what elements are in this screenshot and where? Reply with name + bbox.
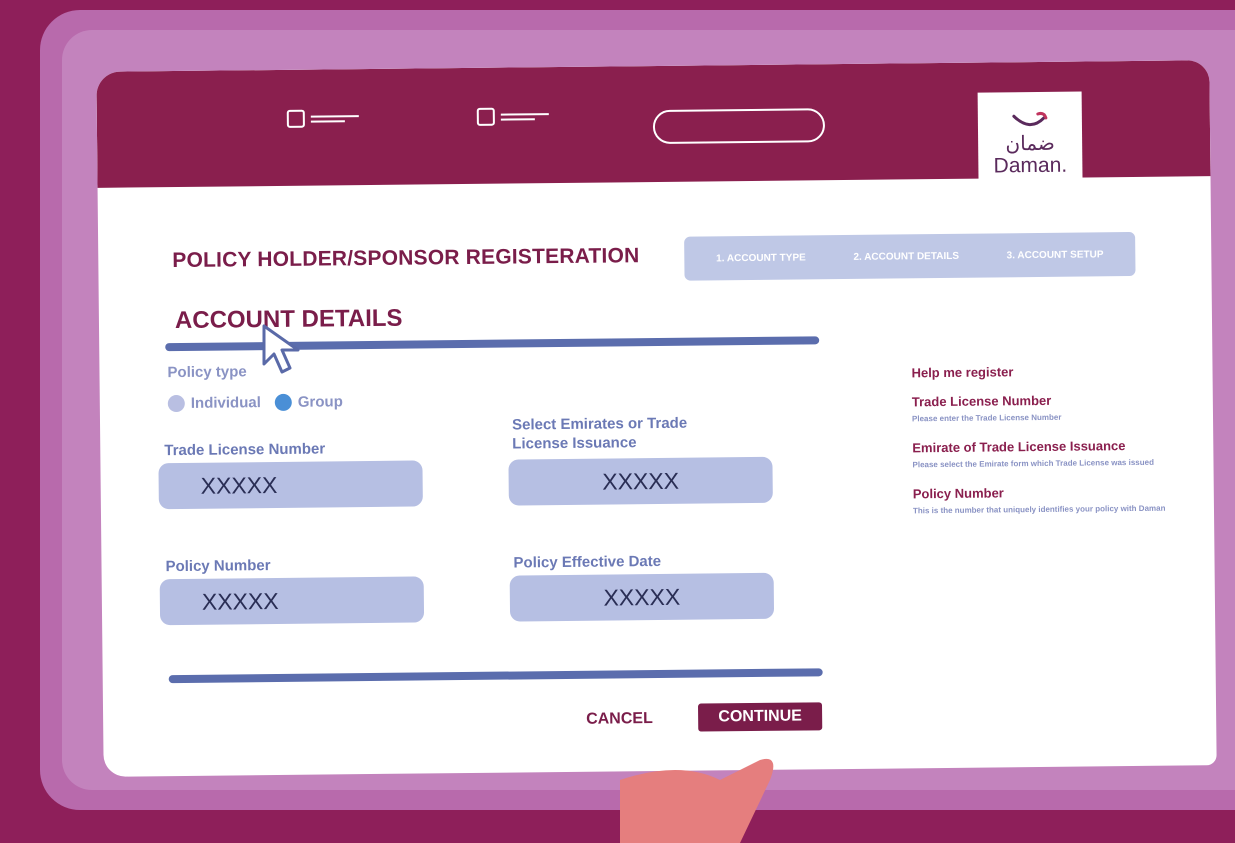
continue-button[interactable]: CONTINUE bbox=[697, 702, 823, 732]
step-indicator: 1. ACCOUNT TYPE 2. ACCOUNT DETAILS 3. AC… bbox=[684, 231, 1136, 281]
nav-menu-item-2[interactable] bbox=[476, 107, 549, 126]
radio-group[interactable] bbox=[274, 393, 292, 411]
help-heading-emirate: Emirate of Trade License Issuance bbox=[912, 438, 1126, 456]
help-heading-policy-number: Policy Number bbox=[912, 485, 1004, 502]
help-panel: Help me register Trade License Number Pl… bbox=[911, 363, 1173, 533]
policy-type-radio-group: Individual Group bbox=[167, 393, 343, 413]
radio-group-label[interactable]: Group bbox=[298, 393, 343, 410]
help-desc-emirate: Please select the Emirate form which Tra… bbox=[912, 457, 1154, 470]
help-desc-trade-license: Please enter the Trade License Number bbox=[911, 412, 1062, 424]
step-account-setup[interactable]: 3. ACCOUNT SETUP bbox=[1007, 249, 1104, 261]
emirate-select[interactable]: XXXXX bbox=[508, 456, 773, 506]
help-title: Help me register bbox=[911, 364, 1014, 381]
logo-arabic-text: ضمان bbox=[1005, 130, 1055, 156]
help-heading-trade-license: Trade License Number bbox=[911, 392, 1052, 410]
radio-individual-label[interactable]: Individual bbox=[191, 394, 261, 412]
daman-logo: ضمان Daman. bbox=[977, 91, 1083, 189]
logo-latin-text: Daman. bbox=[993, 153, 1068, 178]
app-screen: ضمان Daman. POLICY HOLDER/SPONSOR REGIST… bbox=[96, 60, 1217, 777]
policy-number-input[interactable]: XXXXX bbox=[159, 576, 425, 626]
policy-type-label: Policy type bbox=[167, 363, 247, 382]
effective-date-label: Policy Effective Date bbox=[513, 552, 662, 572]
search-input[interactable] bbox=[652, 108, 826, 145]
trade-license-label: Trade License Number bbox=[164, 440, 326, 460]
pointing-hand-illustration bbox=[620, 758, 774, 843]
step-account-details[interactable]: 2. ACCOUNT DETAILS bbox=[853, 250, 959, 262]
policy-number-label: Policy Number bbox=[165, 557, 271, 576]
emirate-label-line2: License Issuance bbox=[512, 434, 637, 453]
registration-title: POLICY HOLDER/SPONSOR REGISTERATION bbox=[172, 244, 640, 273]
help-desc-policy-number: This is the number that uniquely identif… bbox=[912, 503, 1166, 516]
bottom-divider bbox=[168, 668, 823, 684]
radio-individual[interactable] bbox=[167, 394, 185, 413]
menu-item-icon bbox=[476, 107, 495, 126]
menu-item-icon bbox=[286, 109, 305, 128]
logo-swoosh-icon bbox=[1012, 111, 1048, 127]
nav-menu-item-1[interactable] bbox=[286, 109, 359, 128]
mouse-cursor-icon bbox=[262, 324, 300, 374]
cancel-button[interactable]: CANCEL bbox=[586, 710, 653, 729]
effective-date-input[interactable]: XXXXX bbox=[509, 572, 775, 622]
trade-license-input[interactable]: XXXXX bbox=[158, 460, 423, 510]
step-account-type[interactable]: 1. ACCOUNT TYPE bbox=[716, 252, 806, 264]
emirate-label-line1: Select Emirates or Trade bbox=[511, 414, 688, 434]
